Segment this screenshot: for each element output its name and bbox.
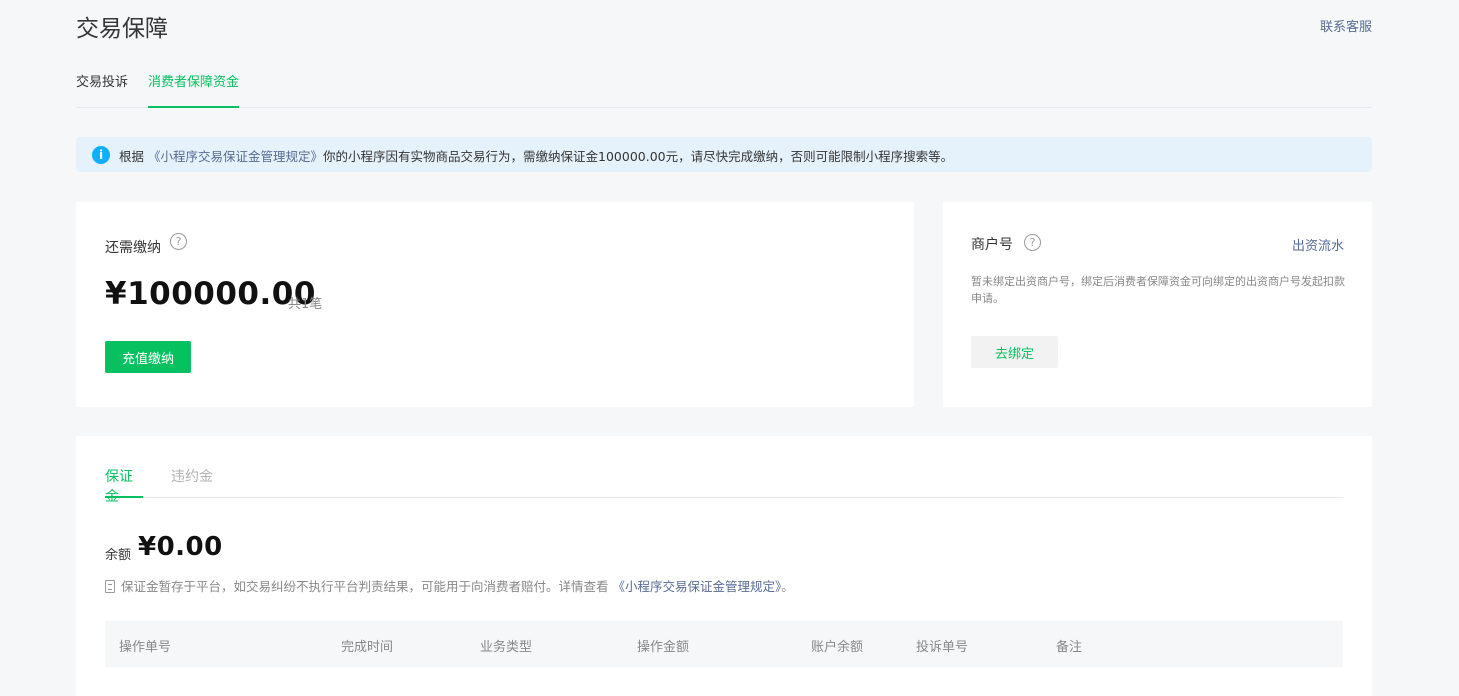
merchant-description: 暂未绑定出资商户号，绑定后消费者保障资金可向绑定的出资商户号发起扣款申请。 xyxy=(971,275,1345,305)
help-icon[interactable]: ? xyxy=(1024,234,1041,251)
top-tabs: 交易投诉 消费者保障资金 xyxy=(76,72,1372,108)
fund-flow-link[interactable]: 出资流水 xyxy=(1292,235,1344,254)
balance-note-suffix: 。 xyxy=(781,579,794,594)
tab-transaction-complaints[interactable]: 交易投诉 xyxy=(76,72,128,108)
info-icon: i xyxy=(92,146,110,164)
table-header: 操作单号 完成时间 业务类型 操作金额 账户余额 投诉单号 备注 xyxy=(105,621,1343,667)
balance-amount: ¥0.00 xyxy=(138,532,223,562)
contact-support-link[interactable]: 联系客服 xyxy=(1320,16,1372,35)
notice-banner: i 根据 《小程序交易保证金管理规定》你的小程序因有实物商品交易行为，需缴纳保证… xyxy=(76,137,1372,172)
column-header: 账户余额 xyxy=(811,640,864,655)
help-icon[interactable]: ? xyxy=(170,233,187,250)
fund-tabs: 保证金 违约金 xyxy=(105,460,1343,505)
column-header: 完成时间 xyxy=(341,640,394,655)
tab-penalty[interactable]: 违约金 xyxy=(171,466,213,498)
bind-merchant-button[interactable]: 去绑定 xyxy=(971,336,1058,368)
balance-label: 余额 xyxy=(105,548,132,563)
balance-note-text: 保证金暂存于平台，如交易纠纷不执行平台判责结果，可能用于向消费者赔付。详情查看 xyxy=(121,579,609,594)
tab-consumer-protection-fund[interactable]: 消费者保障资金 xyxy=(148,72,240,108)
notice-prefix: 根据 xyxy=(119,149,145,164)
rules-link[interactable]: 《小程序交易保证金管理规定》 xyxy=(613,579,782,594)
merchant-card: 商户号 ? 出资流水 暂未绑定出资商户号，绑定后消费者保障资金可向绑定的出资商户… xyxy=(943,202,1372,407)
column-header: 业务类型 xyxy=(480,640,533,655)
page: 交易保障 联系客服 交易投诉 消费者保障资金 i 根据 《小程序交易保证金管理规… xyxy=(76,0,1372,696)
amount-due-label: 还需缴纳 xyxy=(105,240,161,256)
rules-link[interactable]: 《小程序交易保证金管理规定》 xyxy=(148,149,323,164)
column-header: 操作单号 xyxy=(119,640,172,655)
fund-detail-card: 保证金 违约金 余额 ¥0.00 保证金暂存于平台，如交易纠纷不执行平台判责结果… xyxy=(76,436,1372,696)
amount-due-value: ¥100000.00 xyxy=(105,276,316,312)
recharge-pay-button[interactable]: 充值缴纳 xyxy=(105,341,191,373)
page-title: 交易保障 xyxy=(76,16,168,42)
balance-note: 保证金暂存于平台，如交易纠纷不执行平台判责结果，可能用于向消费者赔付。详情查看 … xyxy=(105,576,794,595)
column-header: 投诉单号 xyxy=(916,640,969,655)
column-header: 操作金额 xyxy=(637,640,690,655)
merchant-title: 商户号 xyxy=(971,237,1013,253)
document-icon xyxy=(105,580,115,593)
notice-suffix: 你的小程序因有实物商品交易行为，需缴纳保证金100000.00元，请尽快完成缴纳… xyxy=(323,149,954,164)
tab-deposit[interactable]: 保证金 xyxy=(105,466,143,505)
column-header: 备注 xyxy=(1056,640,1083,655)
amount-due-card: 还需缴纳 ? ¥100000.00 共1笔 充值缴纳 xyxy=(76,202,914,407)
amount-due-count: 共1笔 xyxy=(288,297,323,312)
notice-text: 根据 《小程序交易保证金管理规定》你的小程序因有实物商品交易行为，需缴纳保证金1… xyxy=(119,146,953,165)
